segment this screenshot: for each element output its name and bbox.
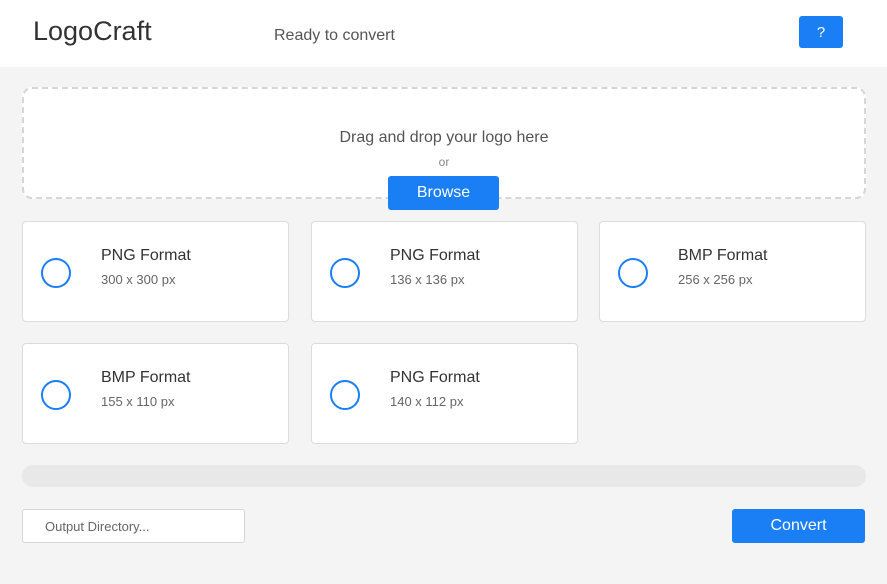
format-name: PNG Format — [390, 369, 480, 386]
browse-button[interactable]: Browse — [388, 176, 499, 210]
radio-circle-icon[interactable] — [618, 258, 648, 288]
format-option-card[interactable]: BMP Format 256 x 256 px — [599, 221, 866, 322]
header-bar: LogoCraft Ready to convert ? — [0, 0, 887, 67]
drop-zone-text: Drag and drop your logo here — [339, 129, 549, 146]
format-size: 256 x 256 px — [678, 272, 753, 287]
convert-button[interactable]: Convert — [732, 509, 865, 543]
format-name: BMP Format — [101, 369, 191, 386]
format-size: 155 x 110 px — [101, 394, 175, 409]
format-name: PNG Format — [101, 247, 191, 264]
format-size: 140 x 112 px — [390, 394, 464, 409]
format-option-card[interactable]: PNG Format 300 x 300 px — [22, 221, 289, 322]
status-text: Ready to convert — [274, 27, 395, 44]
output-directory-input[interactable] — [22, 509, 245, 543]
format-option-card[interactable]: PNG Format 140 x 112 px — [311, 343, 578, 444]
drop-zone-or-text: or — [438, 155, 450, 169]
progress-bar — [22, 465, 866, 487]
format-name: PNG Format — [390, 247, 480, 264]
radio-circle-icon[interactable] — [330, 380, 360, 410]
radio-circle-icon[interactable] — [41, 258, 71, 288]
app-title: LogoCraft — [33, 16, 152, 46]
format-option-card[interactable]: BMP Format 155 x 110 px — [22, 343, 289, 444]
format-name: BMP Format — [678, 247, 768, 264]
radio-circle-icon[interactable] — [330, 258, 360, 288]
radio-circle-icon[interactable] — [41, 380, 71, 410]
help-button[interactable]: ? — [799, 16, 843, 48]
format-option-card[interactable]: PNG Format 136 x 136 px — [311, 221, 578, 322]
format-size: 136 x 136 px — [390, 272, 465, 287]
format-size: 300 x 300 px — [101, 272, 176, 287]
